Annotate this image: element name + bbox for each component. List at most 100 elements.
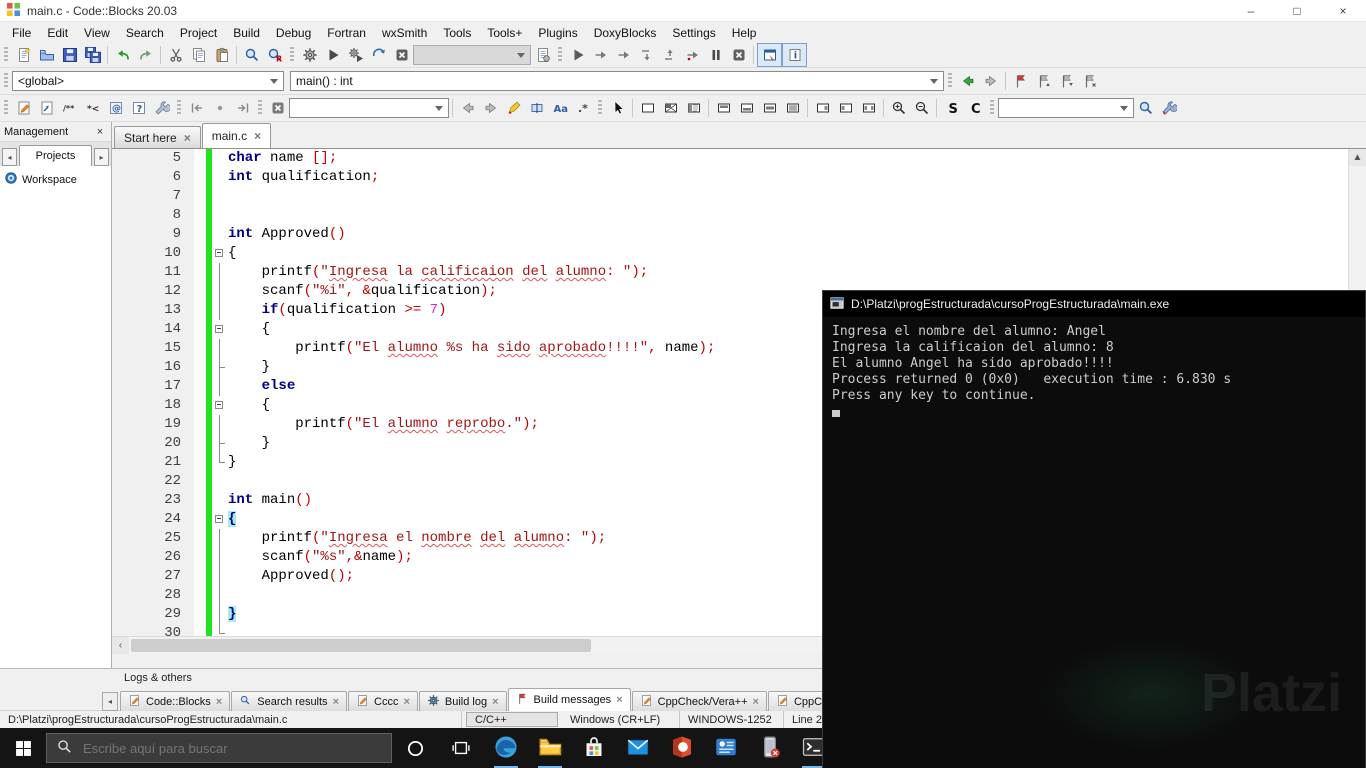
menu-edit[interactable]: Edit <box>39 23 76 43</box>
menu-view[interactable]: View <box>76 23 118 43</box>
doxy-extract-button[interactable] <box>35 97 58 119</box>
wx-show-containers-button[interactable]: C <box>963 97 986 119</box>
wx-align-bottom-button[interactable] <box>735 97 758 119</box>
menu-build[interactable]: Build <box>225 23 268 43</box>
wx-zoom-out-button[interactable] <box>910 97 933 119</box>
next-line-button[interactable] <box>612 44 635 66</box>
goto-next-change-button[interactable] <box>979 70 1002 92</box>
run-to-cursor-button[interactable] <box>589 44 612 66</box>
doxy-line-comment-button[interactable]: *< <box>81 97 104 119</box>
pause-debugger-button[interactable] <box>704 44 727 66</box>
incsearch-clear-button[interactable] <box>266 97 289 119</box>
close-button[interactable]: × <box>1320 0 1366 21</box>
wx-zoom-in-button[interactable] <box>887 97 910 119</box>
search-input[interactable] <box>81 739 345 757</box>
doxy-help-button[interactable]: ? <box>127 97 150 119</box>
taskbar-app-mail[interactable] <box>616 728 660 768</box>
find-button[interactable] <box>240 44 263 66</box>
paste-button[interactable] <box>210 44 233 66</box>
menu-fortran[interactable]: Fortran <box>319 23 374 43</box>
menu-doxyblocks[interactable]: DoxyBlocks <box>586 23 665 43</box>
redo-button[interactable] <box>134 44 157 66</box>
task-view-button[interactable] <box>438 728 484 768</box>
scope-select[interactable]: <global> <box>12 71 284 91</box>
incsearch-highlight-button[interactable] <box>502 97 525 119</box>
clear-bookmarks-button[interactable] <box>1078 70 1101 92</box>
menu-settings[interactable]: Settings <box>664 23 723 43</box>
incsearch-prev-button[interactable] <box>456 97 479 119</box>
copy-button[interactable] <box>187 44 210 66</box>
doxy-at-ref-button[interactable]: @ <box>104 97 127 119</box>
management-tab-scroll-left[interactable]: ◂ <box>2 148 17 166</box>
open-file-button[interactable] <box>35 44 58 66</box>
toolbar-grip[interactable] <box>177 100 181 116</box>
cut-button[interactable] <box>164 44 187 66</box>
next-instruction-button[interactable] <box>681 44 704 66</box>
wx-pointer-button[interactable] <box>606 97 629 119</box>
tab-close-icon[interactable]: × <box>616 694 622 706</box>
tab-projects[interactable]: Projects <box>19 145 92 166</box>
taskbar-search[interactable] <box>46 733 392 763</box>
doxy-block-comment-button[interactable]: /** <box>58 97 81 119</box>
jump-back-button[interactable] <box>185 97 208 119</box>
menu-wxsmith[interactable]: wxSmith <box>374 23 435 43</box>
stop-debugger-button[interactable] <box>727 44 750 66</box>
toolbar-grip[interactable] <box>290 47 294 63</box>
wx-border-all-button[interactable] <box>857 97 880 119</box>
incsearch-next-button[interactable] <box>479 97 502 119</box>
incsearch-select-button[interactable] <box>525 97 548 119</box>
wx-border-right-button[interactable] <box>834 97 857 119</box>
toolbar-grip[interactable] <box>258 100 262 116</box>
wx-align-fill-button[interactable] <box>781 97 804 119</box>
editor-tab-main-c[interactable]: main.c × <box>201 123 272 148</box>
logs-tab-build-log[interactable]: Build log × <box>418 691 507 711</box>
menu-search[interactable]: Search <box>118 23 172 43</box>
goto-prev-change-button[interactable] <box>956 70 979 92</box>
doxy-wrench-button[interactable] <box>150 97 173 119</box>
console-title-bar[interactable]: D:\Platzi\progEstructurada\cursoProgEstr… <box>823 291 1365 317</box>
menu-tools[interactable]: Tools <box>435 23 479 43</box>
toolbar-grip[interactable] <box>990 100 994 116</box>
wx-split-vertical-button[interactable] <box>682 97 705 119</box>
search-select[interactable] <box>998 98 1134 118</box>
tab-close-icon[interactable]: × <box>254 129 261 143</box>
run-button[interactable] <box>321 44 344 66</box>
rebuild-button[interactable] <box>367 44 390 66</box>
menu-help[interactable]: Help <box>724 23 765 43</box>
fold-collapse-icon[interactable] <box>212 396 228 415</box>
debugging-windows-button[interactable] <box>757 43 782 67</box>
taskbar-app-file-explorer[interactable] <box>528 728 572 768</box>
toolbar-grip[interactable] <box>4 73 8 89</box>
various-info-button[interactable]: i <box>782 43 807 67</box>
sidebar-item-workspace[interactable]: Workspace <box>2 170 109 189</box>
scroll-up-icon[interactable]: ▲ <box>1349 149 1366 166</box>
toolbar-grip[interactable] <box>4 47 8 63</box>
fold-collapse-icon[interactable] <box>212 510 228 529</box>
tab-close-icon[interactable]: × <box>333 696 339 708</box>
wx-align-center-button[interactable] <box>758 97 781 119</box>
editor-tab-start-here[interactable]: Start here × <box>114 126 201 148</box>
debug-continue-button[interactable] <box>566 44 589 66</box>
replace-button[interactable]: R <box>263 44 286 66</box>
logs-tab-cppcheck-vera-[interactable]: CppCheck/Vera++ × <box>631 691 767 711</box>
wx-window-button[interactable] <box>636 97 659 119</box>
jump-marker-button[interactable] <box>208 97 231 119</box>
logs-tab-code-blocks[interactable]: Code::Blocks × <box>120 691 231 711</box>
toolbar-grip[interactable] <box>948 73 952 89</box>
toggle-bookmark-button[interactable] <box>1009 70 1032 92</box>
wx-border-left-button[interactable] <box>811 97 834 119</box>
incsearch-match-case-button[interactable]: Aa <box>548 97 571 119</box>
taskbar-app-media-app[interactable] <box>704 728 748 768</box>
build-button[interactable] <box>298 44 321 66</box>
toolbar-grip[interactable] <box>4 100 8 116</box>
wx-split-horizontal-button[interactable] <box>659 97 682 119</box>
menu-file[interactable]: File <box>4 23 39 43</box>
wx-show-sizers-button[interactable]: S <box>940 97 963 119</box>
jump-forward-button[interactable] <box>231 97 254 119</box>
show-build-log-button[interactable] <box>531 44 554 66</box>
taskbar-app-store[interactable] <box>572 728 616 768</box>
undo-button[interactable] <box>111 44 134 66</box>
build-target-select[interactable] <box>413 45 531 65</box>
logs-tab-build-messages[interactable]: Build messages × <box>507 688 631 711</box>
new-file-button[interactable] <box>12 44 35 66</box>
